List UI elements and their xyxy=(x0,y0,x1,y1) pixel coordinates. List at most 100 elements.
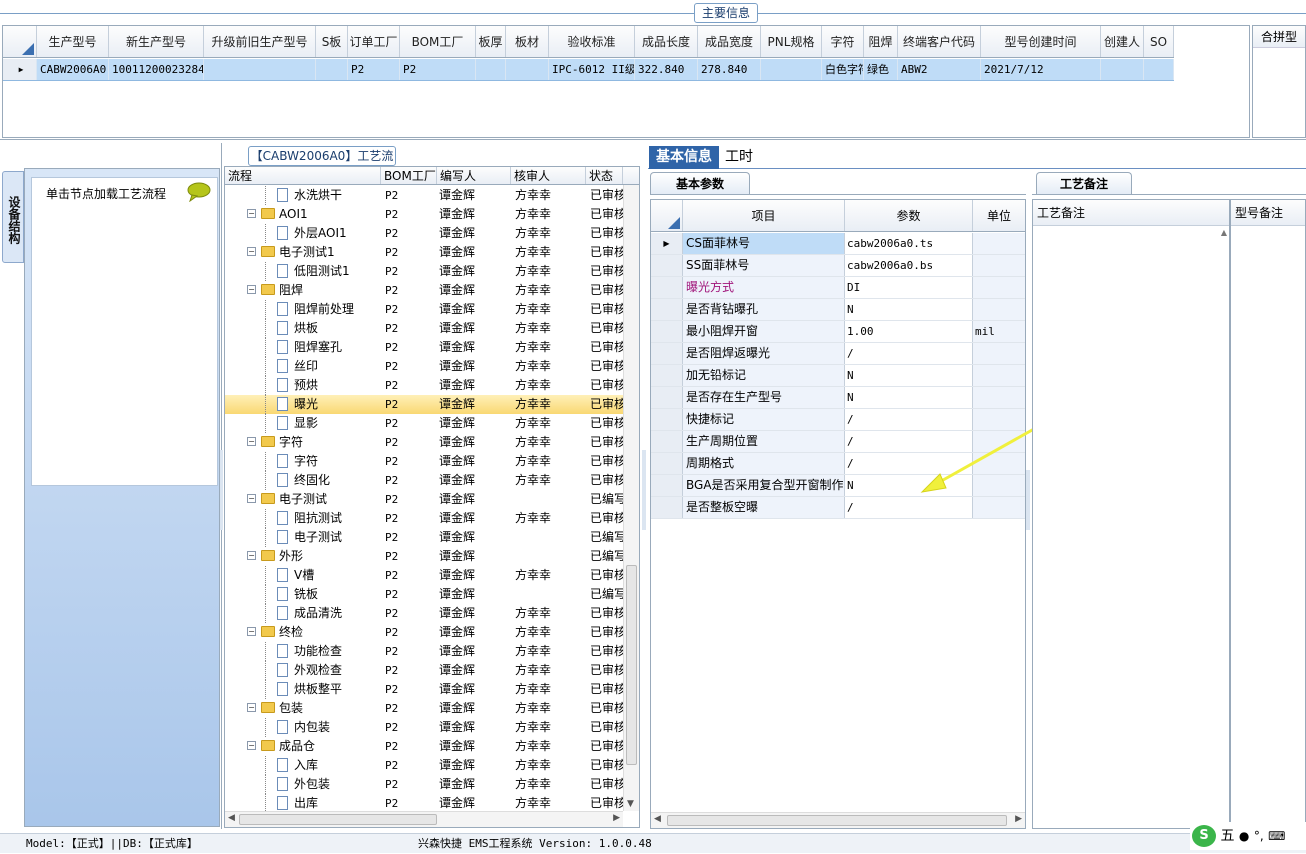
table-cell[interactable]: 322.840 xyxy=(635,59,698,80)
table-cell[interactable]: 278.840 xyxy=(698,59,761,80)
tree-node[interactable]: 字符 P2 谭金辉 方幸幸 已审核 xyxy=(225,452,623,471)
process-remark-header[interactable]: 工艺备注 xyxy=(1036,172,1132,194)
scroll-right-icon[interactable]: ▶ xyxy=(1015,814,1022,824)
collapse-toggle-icon[interactable]: − xyxy=(247,437,256,446)
tree-node[interactable]: 烘板整平 P2 谭金辉 方幸幸 已审核 xyxy=(225,680,623,699)
column-header[interactable]: 成品宽度 xyxy=(698,26,761,57)
scroll-right-icon[interactable]: ▶ xyxy=(613,813,620,823)
param-row[interactable]: 加无铅标记 N xyxy=(651,365,1025,387)
process-remark-pane[interactable]: 工艺备注 ▲ xyxy=(1032,199,1230,829)
tree-node[interactable]: 内包装 P2 谭金辉 方幸幸 已审核 xyxy=(225,718,623,737)
column-header[interactable]: BOM工厂 xyxy=(400,26,476,57)
param-row[interactable]: 是否阻焊返曝光 / xyxy=(651,343,1025,365)
column-header[interactable]: 板材 xyxy=(506,26,549,57)
tree-node[interactable]: 烘板 P2 谭金辉 方幸幸 已审核 xyxy=(225,319,623,338)
table-cell[interactable]: P2 xyxy=(400,59,476,80)
tree-node[interactable]: 丝印 P2 谭金辉 方幸幸 已审核 xyxy=(225,357,623,376)
scroll-thumb[interactable] xyxy=(626,565,637,765)
tab-work-hours[interactable]: 工时 xyxy=(718,146,760,169)
param-value[interactable]: N xyxy=(845,299,973,320)
scroll-left-icon[interactable]: ◀ xyxy=(228,813,235,823)
tree-node[interactable]: 铣板 P2 谭金辉 已编写 xyxy=(225,585,623,604)
column-header[interactable]: 编写人 xyxy=(437,167,511,184)
tree-node[interactable]: 外包装 P2 谭金辉 方幸幸 已审核 xyxy=(225,775,623,794)
ime-punct-icon[interactable]: °, xyxy=(1254,829,1264,843)
column-header[interactable]: 生产型号 xyxy=(37,26,109,57)
tree-node[interactable]: 电子测试 P2 谭金辉 已编写 xyxy=(225,528,623,547)
tree-node[interactable]: 曝光 P2 谭金辉 方幸幸 已审核 xyxy=(225,395,623,414)
collapse-toggle-icon[interactable]: − xyxy=(247,285,256,294)
column-header[interactable]: 成品长度 xyxy=(635,26,698,57)
collapse-toggle-icon[interactable]: − xyxy=(247,494,256,503)
param-row[interactable]: 是否背钻曝孔 N xyxy=(651,299,1025,321)
table-cell[interactable]: IPC-6012 II级 xyxy=(549,59,635,80)
column-header[interactable]: S板 xyxy=(316,26,348,57)
table-cell[interactable] xyxy=(761,59,822,80)
column-header[interactable]: 订单工厂 xyxy=(348,26,400,57)
splitter-handle[interactable] xyxy=(642,450,646,530)
ime-toolbar[interactable]: S 五 ● °, ⌨ xyxy=(1190,822,1306,850)
tree-node[interactable]: 显影 P2 谭金辉 方幸幸 已审核 xyxy=(225,414,623,433)
column-header[interactable]: 升级前旧生产型号 xyxy=(204,26,316,57)
tree-node[interactable]: 成品清洗 P2 谭金辉 方幸幸 已审核 xyxy=(225,604,623,623)
table-cell[interactable] xyxy=(506,59,549,80)
basic-params-grid[interactable]: 项目 参数 单位 ▶ CS面菲林号 cabw2006a0.ts SS面菲林号 cabw2… xyxy=(650,199,1026,829)
tree-vertical-scrollbar[interactable]: ▼ xyxy=(623,185,639,811)
param-value[interactable]: cabw2006a0.ts xyxy=(845,233,973,254)
param-value[interactable]: 1.00 xyxy=(845,321,973,342)
column-header[interactable]: 阻焊 xyxy=(864,26,898,57)
collapse-toggle-icon[interactable]: − xyxy=(247,247,256,256)
column-header[interactable]: 终端客户代码 xyxy=(898,26,981,57)
model-grid[interactable]: 生产型号 新生产型号 升级前旧生产型号 S板 订单工厂 BOM工厂 板厚 板材 验收标准 成品长度… xyxy=(2,25,1250,138)
tree-node[interactable]: 外观检查 P2 谭金辉 方幸幸 已审核 xyxy=(225,661,623,680)
param-value[interactable]: DI xyxy=(845,277,973,298)
column-header[interactable]: 核审人 xyxy=(511,167,586,184)
tree-node[interactable]: − 电子测试 P2 谭金辉 已编写 xyxy=(225,490,623,509)
process-flow-tree[interactable]: 流程 BOM工厂 编写人 核审人 状态 水洗烘干 P2 谭金辉 方幸幸 已审核 − AOI1 P2 谭金… xyxy=(224,166,640,828)
ime-mode[interactable]: 五 xyxy=(1220,828,1234,844)
column-header[interactable]: 型号创建时间 xyxy=(981,26,1101,57)
table-cell[interactable] xyxy=(204,59,316,80)
tab-basic-info[interactable]: 基本信息 xyxy=(649,146,719,169)
column-header[interactable]: BOM工厂 xyxy=(381,167,437,184)
column-header[interactable]: 流程 xyxy=(225,167,381,184)
collapse-toggle-icon[interactable]: − xyxy=(247,627,256,636)
params-horizontal-scrollbar[interactable]: ◀ ▶ xyxy=(651,812,1025,828)
table-cell[interactable]: 白色字符 xyxy=(822,59,864,80)
tab-equipment-structure[interactable]: 设备结构 xyxy=(2,171,24,263)
column-header[interactable]: 创建人 xyxy=(1101,26,1144,57)
scroll-thumb[interactable] xyxy=(667,815,1007,826)
table-cell[interactable]: P2 xyxy=(348,59,400,80)
ime-logo-icon[interactable]: S xyxy=(1192,825,1216,847)
param-value[interactable]: N xyxy=(845,365,973,386)
param-row[interactable]: 最小阻焊开窗 1.00 mil xyxy=(651,321,1025,343)
column-header[interactable]: PNL规格 xyxy=(761,26,822,57)
collapse-toggle-icon[interactable]: − xyxy=(247,703,256,712)
scroll-down-icon[interactable]: ▼ xyxy=(627,799,634,809)
basic-params-header[interactable]: 基本参数 xyxy=(650,172,750,194)
table-cell[interactable] xyxy=(1144,59,1174,80)
param-row[interactable]: 曝光方式 DI xyxy=(651,277,1025,299)
scroll-left-icon[interactable]: ◀ xyxy=(654,814,661,824)
ime-keyboard-icon[interactable]: ⌨ xyxy=(1268,829,1285,843)
table-row[interactable]: ▶ CABW2006A0 10011200023284 P2 P2 IPC-6012 II… xyxy=(3,59,1174,81)
tree-node[interactable]: 低阻测试1 P2 谭金辉 方幸幸 已审核 xyxy=(225,262,623,281)
model-remark-pane[interactable]: 型号备注 xyxy=(1230,199,1306,829)
tree-node[interactable]: 阻焊前处理 P2 谭金辉 方幸幸 已审核 xyxy=(225,300,623,319)
tree-node[interactable]: 外层AOI1 P2 谭金辉 方幸幸 已审核 xyxy=(225,224,623,243)
collapse-toggle-icon[interactable]: − xyxy=(247,741,256,750)
table-cell[interactable] xyxy=(1101,59,1144,80)
splitter-handle[interactable] xyxy=(220,450,223,530)
collapse-toggle-icon[interactable]: − xyxy=(247,209,256,218)
tree-node[interactable]: 预烘 P2 谭金辉 方幸幸 已审核 xyxy=(225,376,623,395)
tree-node[interactable]: − 成品仓 P2 谭金辉 方幸幸 已审核 xyxy=(225,737,623,756)
param-row[interactable]: ▶ CS面菲林号 cabw2006a0.ts xyxy=(651,233,1025,255)
tree-node[interactable]: − 外形 P2 谭金辉 已编写 xyxy=(225,547,623,566)
scroll-thumb[interactable] xyxy=(239,814,437,825)
tree-node[interactable]: 功能检查 P2 谭金辉 方幸幸 已审核 xyxy=(225,642,623,661)
tree-node[interactable]: 水洗烘干 P2 谭金辉 方幸幸 已审核 xyxy=(225,186,623,205)
tree-node[interactable]: − 电子测试1 P2 谭金辉 方幸幸 已审核 xyxy=(225,243,623,262)
tree-horizontal-scrollbar[interactable]: ◀ ▶ xyxy=(225,811,623,827)
param-value[interactable]: cabw2006a0.bs xyxy=(845,255,973,276)
table-cell[interactable] xyxy=(476,59,506,80)
